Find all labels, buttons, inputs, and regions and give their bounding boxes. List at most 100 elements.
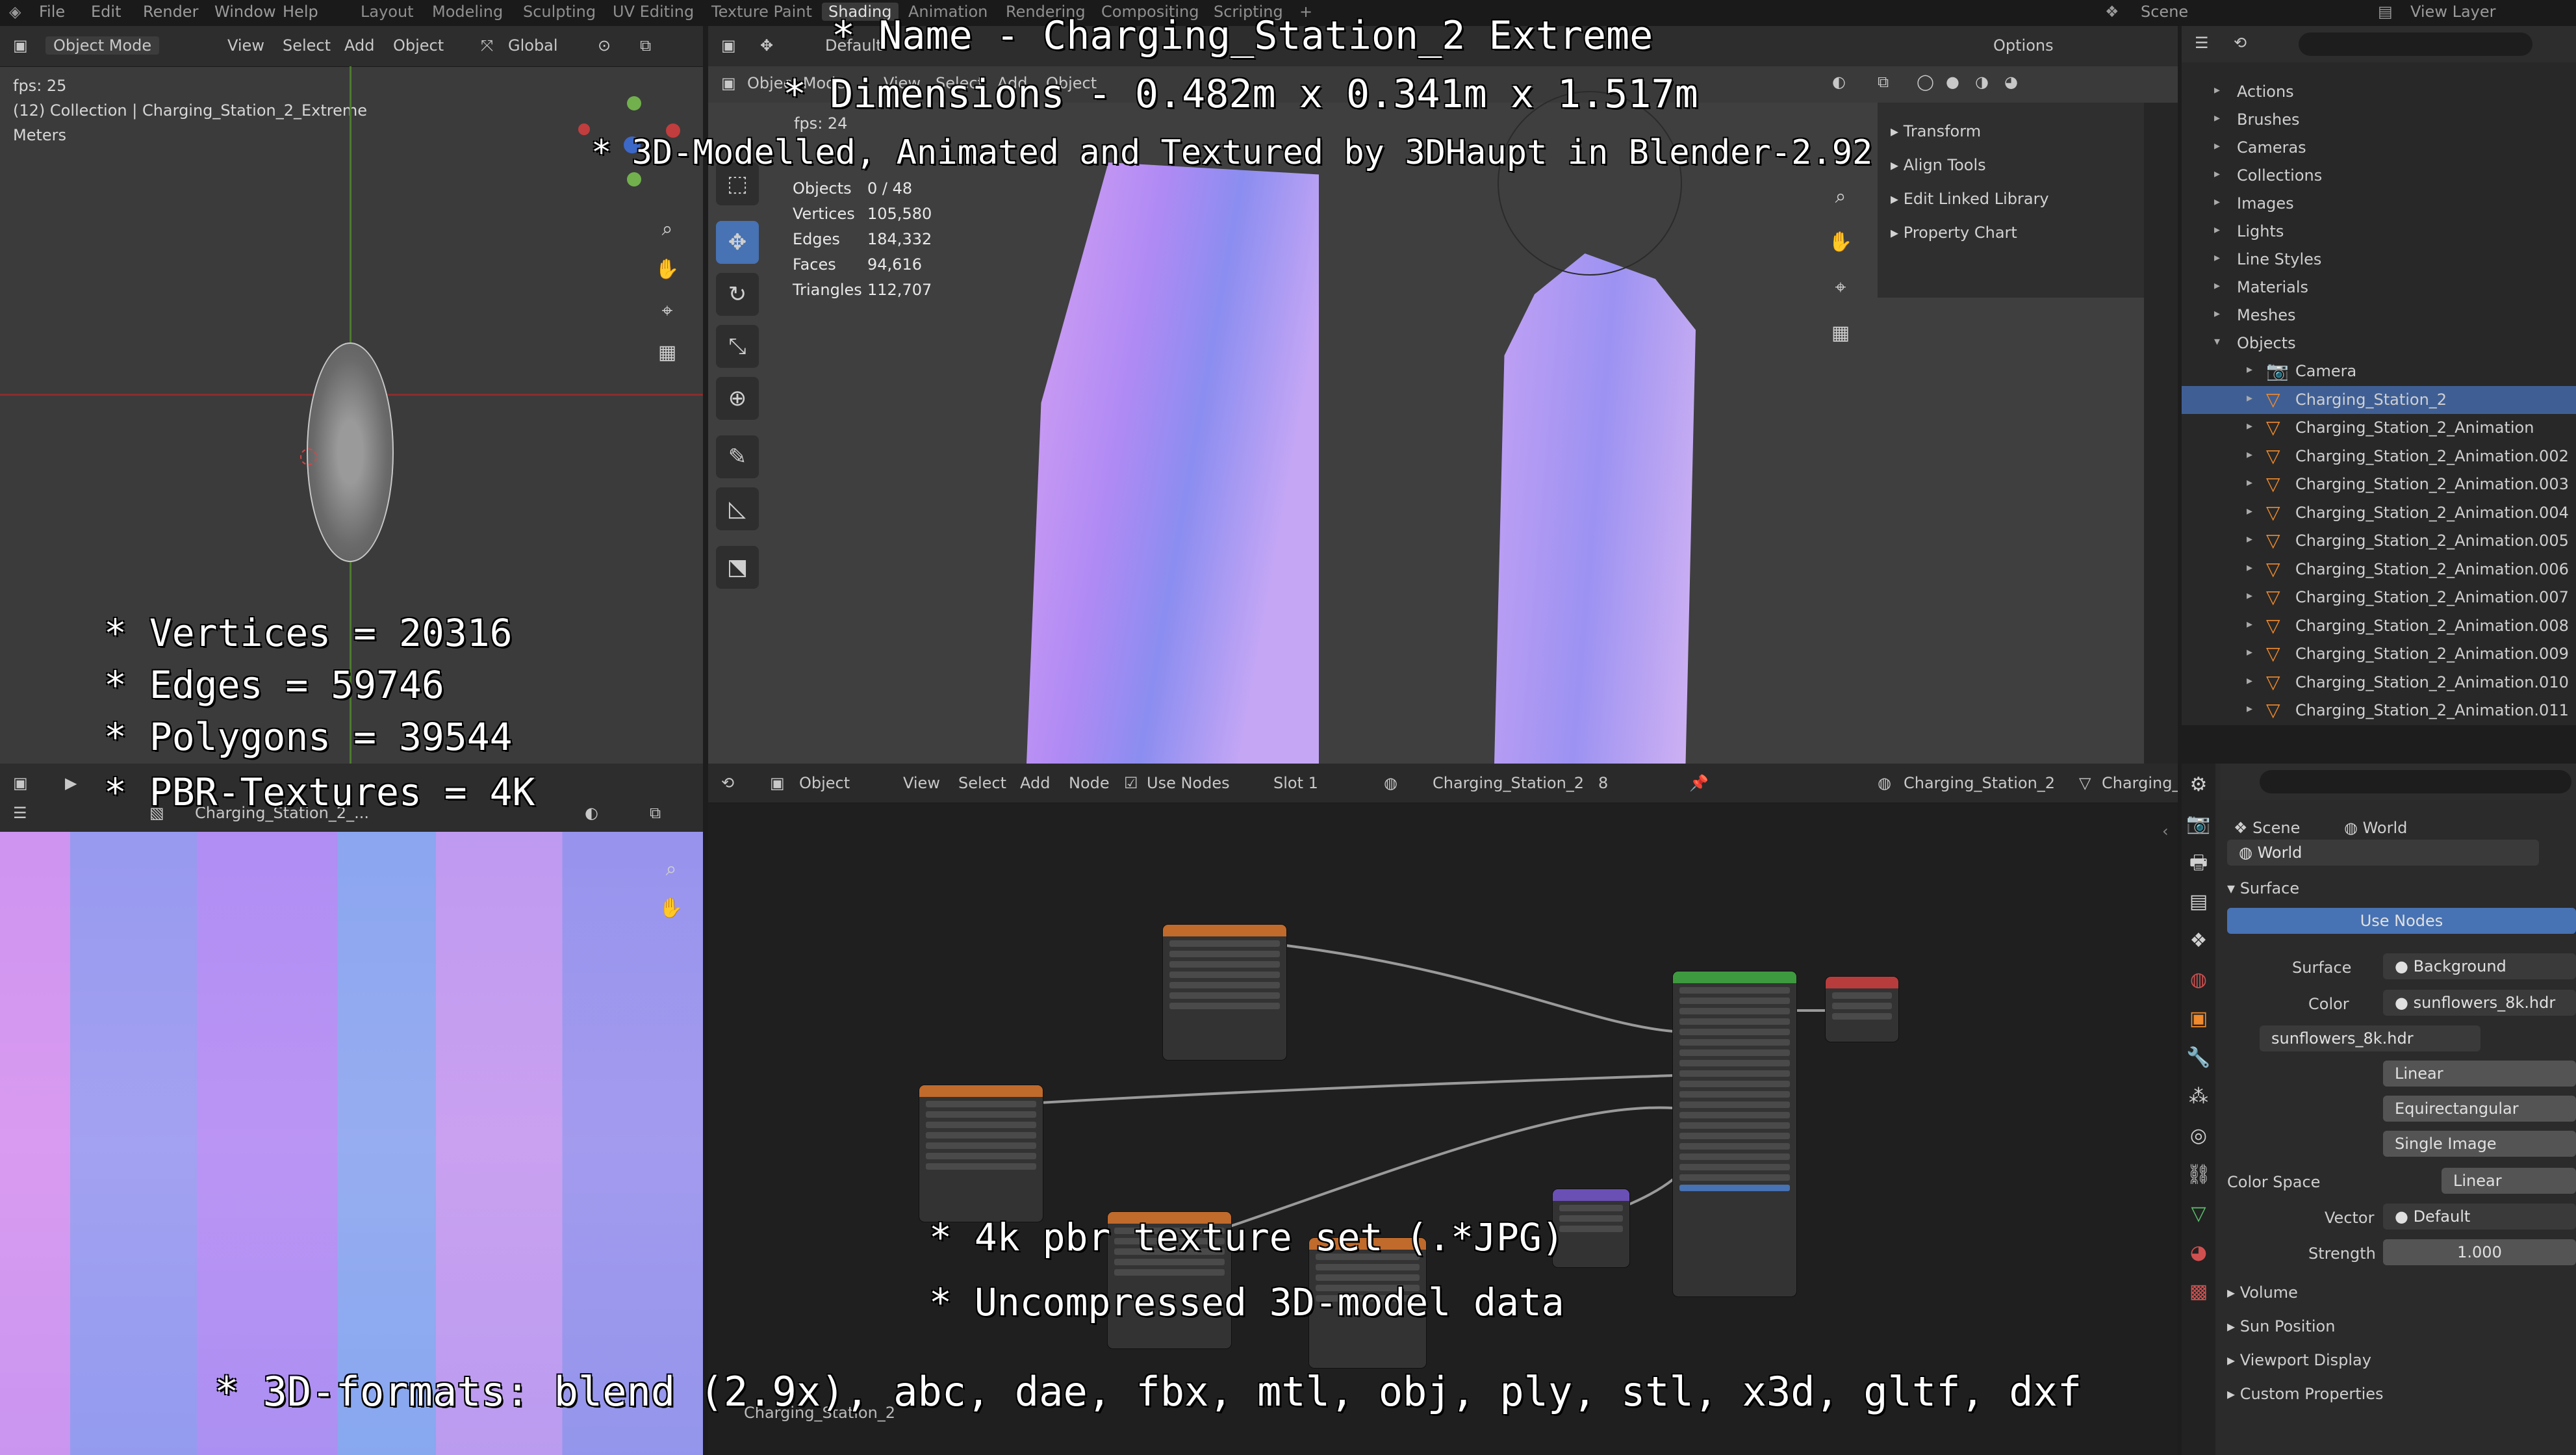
annotate-tool-icon[interactable]: ✎ (716, 435, 759, 478)
view-layer-tab-icon[interactable]: ▤ (2184, 887, 2213, 917)
outliner-object-row[interactable]: ▸ 📷 Camera (2182, 357, 2576, 385)
disclosure-triangle-icon[interactable]: ▸ (2214, 251, 2220, 264)
editor-type-icon[interactable]: ▣ (721, 36, 736, 55)
editor-type-icon[interactable]: ▣ (13, 36, 28, 55)
ortho-grid-icon[interactable]: ▦ (1826, 318, 1855, 348)
n-panel-transform[interactable]: ▸ Transform (1891, 122, 1981, 140)
world-tab-icon[interactable]: ◍ (2184, 965, 2213, 995)
strength-slider[interactable]: 1.000 (2383, 1239, 2576, 1265)
physics-tab-icon[interactable]: ◎ (2184, 1121, 2213, 1151)
uv-mode-icon[interactable]: ▶ (65, 774, 77, 792)
model-front-view[interactable] (1027, 162, 1319, 764)
pivot-icon[interactable]: ⊙ (598, 36, 611, 55)
render-shading-icon[interactable]: ◕ (2004, 73, 2018, 91)
disclosure-triangle-icon[interactable]: ▾ (2214, 335, 2220, 348)
gizmo-y-handle[interactable] (627, 96, 641, 110)
world-selector[interactable]: ◍ World (2227, 840, 2539, 866)
disclosure-triangle-icon[interactable]: ▸ (2214, 307, 2220, 320)
outliner-group-line-styles[interactable]: ▸ Line Styles (2182, 246, 2576, 274)
output-tab-icon[interactable]: 🖶 (2184, 848, 2213, 878)
display-channels-icon[interactable]: ◐ (585, 804, 598, 822)
texture-tab-icon[interactable]: ▩ (2184, 1277, 2213, 1307)
render-tab-icon[interactable]: 📷 (2184, 809, 2213, 839)
object-tab-icon[interactable]: ▣ (2184, 1004, 2213, 1034)
transform-orientation[interactable]: Global (508, 36, 558, 55)
scale-tool-icon[interactable]: ⤡ (716, 325, 759, 368)
disclosure-triangle-icon[interactable]: ▸ (2247, 617, 2252, 631)
menu-object[interactable]: Object (393, 36, 444, 55)
menu-window[interactable]: Window (214, 3, 276, 21)
sun-position-section[interactable]: ▸ Sun Position (2227, 1317, 2335, 1335)
outliner-object-row[interactable]: ▸▽Charging_Station_2_Animation.012 (2182, 725, 2576, 726)
scene-breadcrumb[interactable]: ❖ Scene (2234, 819, 2300, 837)
vector-input-field[interactable]: ● Default (2383, 1204, 2576, 1230)
disclosure-triangle-icon[interactable]: ▸ (2214, 167, 2220, 181)
n-panel-edit-linked-library[interactable]: ▸ Edit Linked Library (1891, 190, 2049, 208)
pan-hand-icon[interactable]: ✋ (652, 255, 682, 285)
3d-cursor[interactable] (300, 448, 317, 465)
principled-bsdf-node[interactable] (1673, 972, 1796, 1296)
rotate-tool-icon[interactable]: ↻ (716, 273, 759, 316)
source-selector[interactable]: Single Image (2383, 1131, 2576, 1157)
mode-selector[interactable]: Object Mode (45, 36, 160, 55)
volume-section[interactable]: ▸ Volume (2227, 1283, 2298, 1302)
image-name-field[interactable]: sunflowers_8k.hdr (2260, 1025, 2480, 1051)
outliner-object-row[interactable]: ▸ ▽ Charging_Station_2_Animation.003 (2182, 470, 2576, 498)
mode-icon[interactable]: ▣ (721, 74, 736, 92)
disclosure-triangle-icon[interactable]: ▸ (2247, 504, 2252, 518)
options-menu[interactable]: Options (1993, 36, 2054, 55)
outliner-group-lights[interactable]: ▸ Lights (2182, 218, 2576, 246)
snap-icon[interactable]: ⧉ (640, 36, 651, 55)
color-input-field[interactable]: ● sunflowers_8k.hdr (2383, 990, 2576, 1016)
zoom-icon[interactable]: ⌕ (652, 214, 682, 244)
outliner-object-row[interactable]: ▸ ▽ Charging_Station_2_Animation.004 (2182, 499, 2576, 527)
tab-layout[interactable]: Layout (361, 3, 414, 21)
n-panel-property-chart[interactable]: ▸ Property Chart (1891, 224, 2017, 242)
interpolation-selector[interactable]: Linear (2383, 1061, 2576, 1087)
properties-search-input[interactable] (2260, 770, 2571, 793)
outliner-group-actions[interactable]: ▸ Actions (2182, 78, 2576, 106)
tab-modeling[interactable]: Modeling (432, 3, 503, 21)
top-view-object[interactable] (307, 342, 394, 562)
model-side-view[interactable] (1494, 253, 1696, 764)
outliner-object-row[interactable]: ▸ ▽ Charging_Station_2_Animation.007 (2182, 584, 2576, 612)
gizmo-x-handle[interactable] (578, 123, 590, 135)
outliner-object-row[interactable]: ▸ ▽ Charging_Station_2_Animation.006 (2182, 556, 2576, 584)
menu-select[interactable]: Select (283, 36, 331, 55)
display-mode-icon[interactable]: ⟲ (2234, 34, 2247, 52)
view-layer-selector[interactable]: View Layer (2410, 3, 2496, 21)
outliner-object-row[interactable]: ▸ ▽ Charging_Station_2_Animation.009 (2182, 640, 2576, 668)
pan-hand-icon[interactable]: ✋ (656, 894, 686, 923)
ortho-grid-icon[interactable]: ▦ (652, 338, 682, 368)
disclosure-triangle-icon[interactable]: ▸ (2247, 702, 2252, 715)
scene-tab-icon[interactable]: ❖ (2184, 926, 2213, 956)
menu-view[interactable]: View (227, 36, 264, 55)
color-space-selector[interactable]: Linear (2442, 1168, 2576, 1194)
material-shading-icon[interactable]: ◑ (1975, 73, 1989, 91)
add-cube-tool-icon[interactable]: ⬔ (716, 546, 759, 589)
disclosure-triangle-icon[interactable]: ▸ (2247, 561, 2252, 574)
outliner-search-input[interactable] (2299, 32, 2532, 56)
data-tab-icon[interactable]: ▽ (2184, 1199, 2213, 1229)
outliner-group-images[interactable]: ▸ Images (2182, 190, 2576, 218)
menu-render[interactable]: Render (143, 3, 198, 21)
transform-move-icon[interactable]: ✥ (760, 36, 773, 55)
solid-shading-icon[interactable]: ● (1946, 73, 1959, 91)
image-texture-node[interactable] (1163, 925, 1286, 1060)
disclosure-triangle-icon[interactable]: ▸ (2214, 139, 2220, 153)
zoom-icon[interactable]: ⌕ (1826, 182, 1855, 212)
shader-node-editor[interactable]: ⟲ ▣ Object View Select Add Node ☑ Use No… (708, 764, 2178, 1455)
menu-edit[interactable]: Edit (91, 3, 121, 21)
outliner-object-row[interactable]: ▸ ▽ Charging_Station_2_Animation.008 (2182, 612, 2576, 640)
menu-add[interactable]: Add (344, 36, 374, 55)
outliner-group-collections[interactable]: ▸ Collections (2182, 162, 2576, 190)
outliner-group-materials[interactable]: ▸ Materials (2182, 274, 2576, 302)
outliner-object-row[interactable]: ▸ ▽ Charging_Station_2_Animation.002 (2182, 443, 2576, 470)
transform-tool-icon[interactable]: ⊕ (716, 377, 759, 420)
outliner-group-objects[interactable]: ▾ Objects (2182, 329, 2576, 357)
outliner-group-meshes[interactable]: ▸ Meshes (2182, 302, 2576, 329)
outliner-object-row[interactable]: ▸ ▽ Charging_Station_2_Animation.011 (2182, 697, 2576, 725)
normal-map-texture[interactable] (0, 832, 703, 1455)
projection-selector[interactable]: Equirectangular (2383, 1096, 2576, 1122)
tool-tab-icon[interactable]: ⚙ (2184, 770, 2213, 800)
